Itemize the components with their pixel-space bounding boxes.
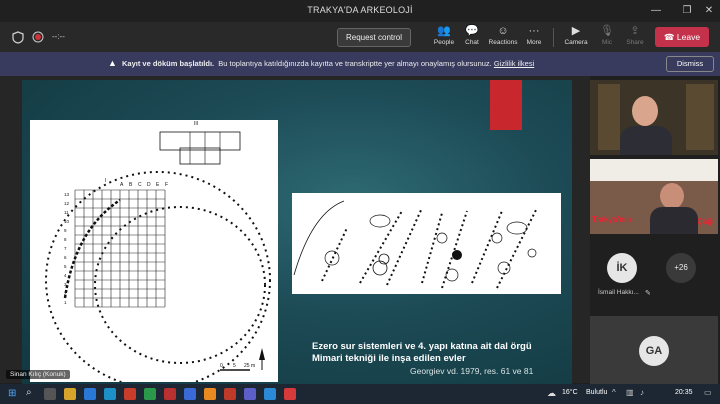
request-control-button[interactable]: Request control	[337, 28, 411, 47]
houses-plan-figure	[292, 193, 561, 294]
network-icon[interactable]: ▥	[626, 388, 634, 397]
bookshelf-right	[686, 84, 714, 150]
speaker-name-label: Sinan Kılıç (Konuk)	[6, 370, 70, 379]
office-icon[interactable]	[124, 388, 136, 400]
bookshelf-left	[598, 84, 620, 150]
grid-letters: ABCDEF	[76, 182, 168, 190]
minimize-icon[interactable]: —	[648, 3, 664, 19]
word-icon[interactable]	[184, 388, 196, 400]
caption-line-2: Mimari tekniği ile inşa edilen evler	[312, 353, 466, 364]
fig-label-iii: III	[194, 121, 199, 127]
phone-icon: ☎	[663, 32, 675, 42]
grid-letter-label: E	[156, 182, 160, 188]
meeting-timer: --:--	[52, 32, 65, 41]
teams-icon[interactable]	[244, 388, 256, 400]
grid-letter-label: D	[147, 182, 151, 188]
slide-reference: Georgiev vd. 1979, res. 61 ve 81	[410, 366, 534, 376]
edge-icon[interactable]	[264, 388, 276, 400]
grid-number-label: 3	[64, 282, 67, 287]
app-icon[interactable]	[284, 388, 296, 400]
grid-number-label: 5	[64, 264, 67, 269]
meeting-toolbar: --:-- Request control 👥 People 💬 Chat ☺ Rea…	[0, 22, 720, 52]
windows-taskbar: ⊞ ⌕ ☁ 16°C Bulutlu ^ ▥ ♪ 20:35 ▭	[0, 384, 720, 404]
participant-face	[660, 183, 684, 209]
notification-icon[interactable]: ▭	[704, 388, 712, 397]
tile2-title-right: Çağı	[697, 217, 715, 226]
grid-number-label: 7	[64, 246, 67, 251]
task-view-icon[interactable]	[44, 388, 56, 400]
share-button[interactable]: ⇪ Share	[617, 24, 653, 52]
grid-number-label: 6	[64, 255, 67, 260]
participant-name-ik: İsmail Hakkı...	[598, 289, 639, 296]
grid-letter-label: A	[120, 182, 124, 188]
weather-icon: ☁	[547, 388, 556, 398]
grid-number-label: 9	[64, 228, 67, 233]
more-participants-button[interactable]: +26	[666, 253, 696, 283]
privacy-link[interactable]: Gizlilik ilkesi	[494, 59, 534, 68]
warning-icon: ▲	[108, 58, 117, 68]
avatar-ik[interactable]: İK	[607, 253, 637, 283]
scale-25m: 25 m	[244, 363, 256, 369]
close-icon[interactable]: ✕	[701, 3, 717, 19]
grid-number-label: 12	[64, 201, 70, 206]
firefox-icon[interactable]	[204, 388, 216, 400]
grid-number-label: 2	[64, 291, 67, 296]
grid-number-label: 4	[64, 273, 67, 278]
participant-tile-ga[interactable]: GA	[590, 316, 718, 384]
grid-letter-label: F	[165, 182, 169, 188]
more-icon: ···	[528, 25, 540, 37]
grid-number-label: 11	[64, 210, 69, 215]
caption-line-1: Ezero sur sistemleri ve 4. yapı katına a…	[312, 341, 532, 352]
grid-number-label: 10	[64, 219, 70, 224]
leave-button[interactable]: ☎ Leave	[655, 27, 709, 47]
weather-temp[interactable]: 16°C	[562, 389, 578, 396]
more-button[interactable]: ··· More	[516, 24, 552, 52]
grid-letter-label: B	[129, 182, 133, 188]
banner-message: Bu toplantıya katıldığınızda kayıtta ve …	[218, 59, 492, 68]
slide-caption: Ezero sur sistemleri ve 4. yapı katına a…	[312, 341, 562, 365]
search-icon[interactable]: ⌕	[26, 387, 32, 398]
maximize-icon[interactable]: ❐	[679, 3, 695, 19]
tile2-title-left: Trakya'nın	[592, 215, 632, 224]
dismiss-button[interactable]: Dismiss	[666, 56, 714, 72]
settlement-plan-figure: III I ABCDEF 13 12 11 10 9 8 7 6 5 4 3 2 1 0 5 25 m	[30, 120, 278, 389]
houses-plan-drawing	[293, 200, 538, 289]
clock[interactable]: 20:35	[675, 389, 693, 396]
recording-banner: ▲ Kayıt ve döküm başlatıldı. Bu toplantı…	[0, 52, 720, 76]
slide-red-accent	[490, 80, 522, 130]
participant-shoulders	[650, 207, 698, 234]
slide-background	[590, 159, 718, 181]
pdf-icon[interactable]	[164, 388, 176, 400]
powerpoint-icon[interactable]	[224, 388, 236, 400]
participant-shoulders	[620, 126, 672, 155]
grid-number-label: 1	[64, 300, 67, 305]
file-explorer-icon[interactable]	[64, 388, 76, 400]
banner-title: Kayıt ve döküm başlatıldı.	[122, 59, 215, 68]
scale-five: 5	[233, 363, 236, 369]
record-icon	[32, 31, 44, 43]
share-icon: ⇪	[630, 25, 640, 37]
mic-off-icon: ✎	[645, 290, 651, 297]
mail-icon[interactable]	[84, 388, 96, 400]
grid-number-label: 13	[64, 192, 70, 197]
scale-zero: 0	[220, 363, 223, 369]
grid-letter-label: C	[138, 182, 142, 188]
volume-icon[interactable]: ♪	[640, 388, 644, 397]
banner-text: Kayıt ve döküm başlatıldı. Bu toplantıya…	[122, 59, 534, 68]
windows-start-icon[interactable]: ⊞	[8, 388, 16, 399]
spreadsheet-icon[interactable]	[144, 388, 156, 400]
participant-video-tile-2[interactable]: Trakya'nın Çağı	[590, 159, 718, 234]
store-icon[interactable]	[104, 388, 116, 400]
title-bar: TRAKYA'DA ARKEOLOJİ — ❐ ✕	[0, 0, 720, 22]
window-title: TRAKYA'DA ARKEOLOJİ	[307, 5, 413, 15]
avatar-ga: GA	[639, 336, 669, 366]
weather-text[interactable]: Bulutlu	[586, 389, 607, 396]
shield-icon[interactable]	[12, 31, 24, 44]
grid-number-label: 8	[64, 237, 67, 242]
toolbar-divider	[553, 28, 554, 47]
participant-video-tile-1[interactable]	[590, 80, 718, 155]
participant-face	[632, 96, 658, 126]
grid-numbers: 13 12 11 10 9 8 7 6 5 4 3 2 1	[64, 192, 74, 307]
tray-chevron-icon[interactable]: ^	[612, 388, 616, 397]
